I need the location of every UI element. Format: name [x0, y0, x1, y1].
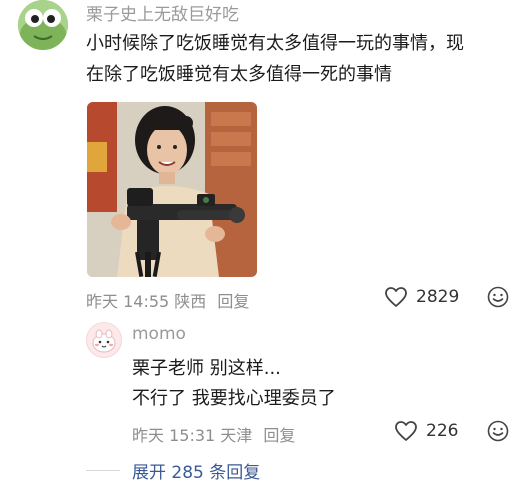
comment-like-button[interactable]: 2829 — [384, 286, 459, 308]
reply-text-line-1: 栗子老师 别这样... — [132, 358, 281, 379]
comment-location: 陕西 — [174, 292, 207, 311]
reply-like-button[interactable]: 226 — [394, 420, 458, 442]
reply-username[interactable]: momo — [132, 324, 186, 344]
reply-like-count: 226 — [426, 421, 459, 441]
reply-time: 昨天 15:31 — [132, 426, 216, 445]
reply-reply-button[interactable]: 回复 — [263, 426, 295, 445]
smiley-face-icon[interactable] — [487, 420, 509, 446]
commenter-username[interactable]: 栗子史上无敌巨好吃 — [86, 0, 239, 25]
reply-text-line-2: 不行了 我要找心理委员了 — [132, 388, 336, 409]
comment-reply-button[interactable]: 回复 — [217, 292, 249, 311]
smiley-face-icon[interactable] — [487, 286, 509, 312]
expand-replies-row[interactable]: 展开 285 条回复 — [86, 458, 260, 483]
reply-avatar[interactable] — [86, 322, 122, 358]
commenter-avatar[interactable] — [18, 0, 68, 50]
reply-location: 天津 — [220, 426, 253, 445]
comment-text-line-1: 小时候除了吃饭睡觉有太多值得一玩的事情，现 — [86, 33, 464, 54]
comment-like-count: 2829 — [416, 287, 460, 307]
heart-outline-icon — [385, 287, 407, 307]
comment-meta: 昨天 14:55 陕西 回复 — [86, 288, 249, 312]
heart-outline-icon — [395, 421, 417, 441]
reply-meta: 昨天 15:31 天津 回复 — [132, 422, 295, 446]
expand-divider — [86, 470, 120, 471]
comment-text-line-2: 在除了吃饭睡觉有太多值得一死的事情 — [86, 64, 392, 85]
comment-time: 昨天 14:55 — [86, 292, 170, 311]
comment-image[interactable] — [87, 102, 257, 277]
expand-replies-link[interactable]: 展开 285 条回复 — [132, 458, 260, 483]
